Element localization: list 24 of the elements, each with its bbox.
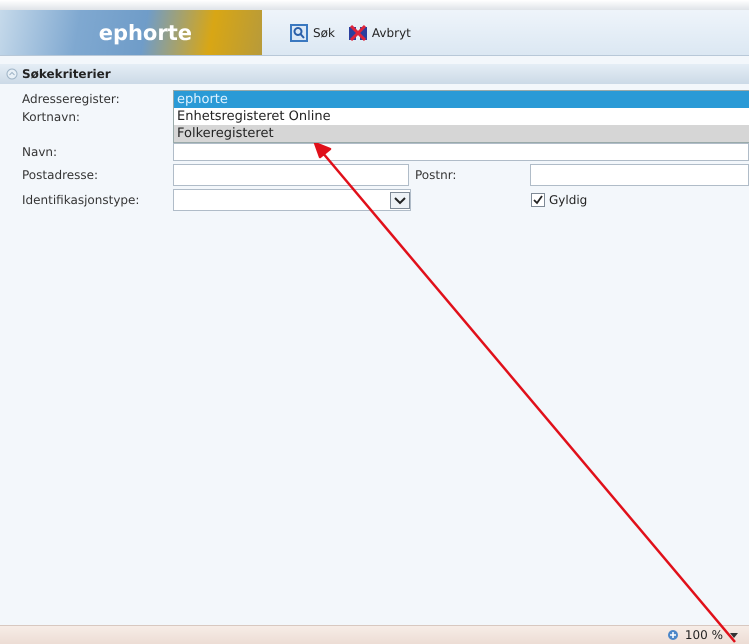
type-dropdown[interactable] [173,189,411,211]
checkbox-label: Gyldig [549,193,588,207]
field-label: Postadresse: [21,168,100,182]
zoom-level: 100 % [684,628,723,642]
name-field[interactable] [173,143,749,161]
field-label: Adresseregister: [21,92,121,106]
dropdown-option[interactable]: Folkeregisteret [174,125,749,142]
cancel-button[interactable]: Avbryt [346,22,413,42]
field-label: Navn: [21,145,58,159]
dropdown-arrow-icon[interactable] [729,630,739,640]
dropdown-option[interactable]: Enhetsregisteret Online [174,108,749,125]
checkbox[interactable] [531,193,545,207]
address-field[interactable] [173,164,409,186]
field-label: Postnr: [414,168,458,182]
postcode-field[interactable] [530,164,749,186]
caret-icon [390,192,410,208]
cancel-icon [348,24,367,40]
search-button[interactable]: Søk [288,22,337,44]
field-label: Kortnavn: [21,110,81,124]
section-title: Søkekriterier [22,67,111,81]
search-icon [290,24,308,42]
zoom-icon[interactable] [666,629,679,641]
field-label: Identifikasjonstype: [21,193,140,207]
collapse-icon[interactable] [6,68,18,80]
